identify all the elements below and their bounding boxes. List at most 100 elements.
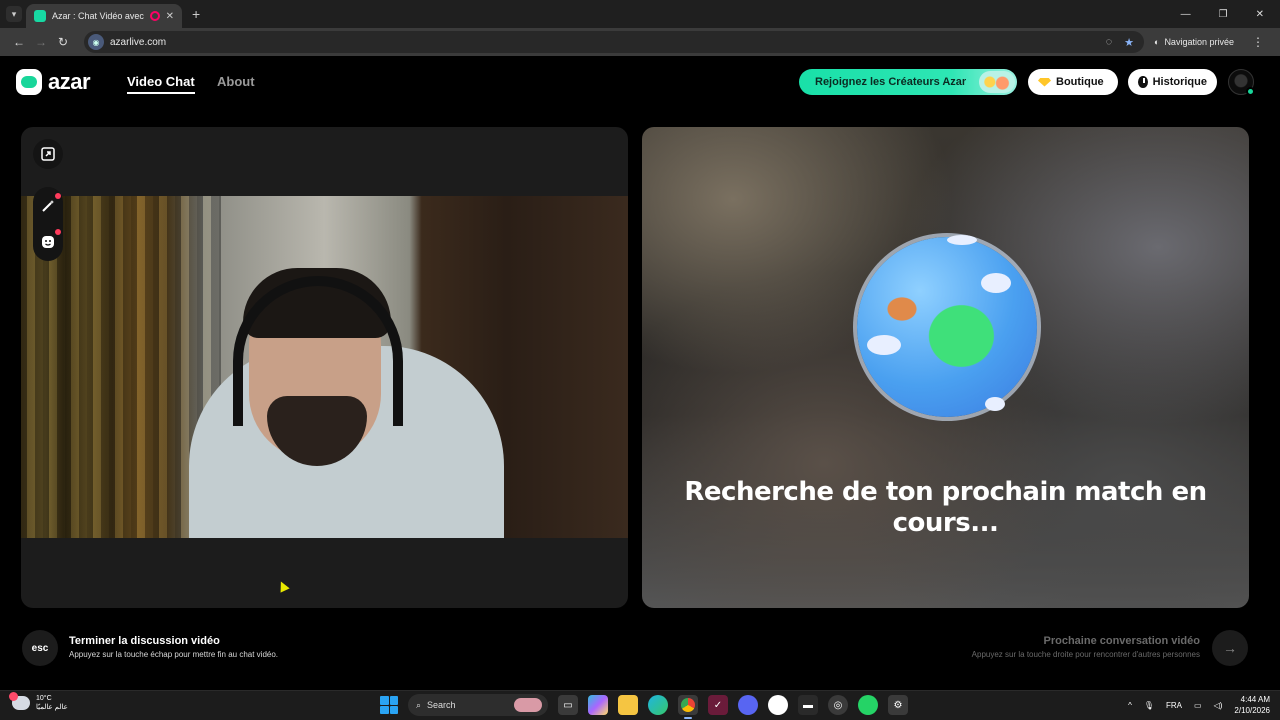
taskbar-clock[interactable]: 4:44 AM 2/10/2026 [1234,694,1270,716]
nav-video-chat[interactable]: Video Chat [127,74,195,94]
boutique-button[interactable]: Boutique [1028,69,1118,95]
clock-date: 2/10/2026 [1234,706,1270,715]
magic-wand-icon [42,200,54,212]
browser-toolbar: ← → ↻ ◉ azarlive.com ◌ ★ ◐ Navigation pr… [0,28,1280,56]
local-webcam-feed [21,196,628,538]
end-chat-hint[interactable]: Terminer la discussion vidéo Appuyez sur… [69,635,278,659]
system-tray: ^ 🎙 FRA ▭ ◁) 4:44 AM 2/10/2026 [1128,694,1270,716]
remote-video-panel: Recherche de ton prochain match en cours… [642,127,1249,608]
cloud-shape [981,273,1011,293]
expand-icon [41,147,55,161]
edge-icon[interactable] [648,695,668,715]
creators-illustration-icon [979,71,1015,93]
end-chat-subtitle: Appuyez sur la touche échap pour mettre … [69,650,279,659]
search-highlight-icon [514,698,542,712]
taskbar-apps: ⌕ Search ▭ ✓ ▬ ◎ ⚙ [380,694,908,719]
bookmark-star-icon[interactable]: ★ [1124,36,1134,49]
forward-icon[interactable]: → [30,35,52,49]
creators-button-label: Rejoignez les Créateurs Azar [815,76,967,88]
azar-page: azar Video Chat About Rejoignez les Créa… [0,56,1280,690]
whatsapp-icon[interactable] [858,695,878,715]
cloud-shape [985,397,1005,411]
language-indicator[interactable]: FRA [1166,701,1182,710]
tab-title: Azar : Chat Vidéo avec de n [52,11,144,21]
terminal-icon[interactable]: ▬ [798,695,818,715]
incognito-icon: ◐ [1154,37,1160,47]
next-chat-subtitle: Appuyez sur la touche droite pour rencon… [971,650,1200,659]
searching-status-text: Recherche de ton prochain match en cours… [684,477,1207,538]
diamond-icon [1038,77,1051,87]
face-filter-icon [42,236,54,248]
minimize-icon[interactable]: — [1181,9,1191,20]
clock-icon [1138,76,1148,88]
site-info-icon[interactable]: ◉ [88,34,104,50]
eye-off-icon[interactable]: ◌ [1106,36,1113,49]
new-tab-icon[interactable]: + [192,6,200,22]
new-badge [55,229,61,235]
boutique-label: Boutique [1056,76,1104,88]
address-bar[interactable]: ◉ azarlive.com ◌ ★ [84,31,1144,53]
cloud-shape [947,235,977,245]
online-status-dot [1246,87,1255,96]
taskbar-search[interactable]: ⌕ Search [408,694,548,716]
weather-caption: عالم عالميًا [36,704,68,711]
back-icon[interactable]: ← [8,35,30,49]
reload-icon[interactable]: ↻ [52,35,74,49]
copilot-icon[interactable] [588,695,608,715]
historique-label: Historique [1152,76,1207,88]
app-icon[interactable]: ✓ [708,695,728,715]
azar-favicon-icon [34,10,46,22]
profile-avatar[interactable] [1228,69,1255,96]
nav-about[interactable]: About [217,74,255,89]
app-icon[interactable]: ◎ [828,695,848,715]
mouse-cursor [276,579,290,593]
pie-app-icon[interactable] [768,695,788,715]
tab-close-icon[interactable]: ✕ [166,11,174,22]
url-text[interactable]: azarlive.com [110,37,166,48]
private-browsing-indicator[interactable]: ◐ Navigation privée [1154,37,1234,47]
next-chat-hint[interactable]: Prochaine conversation vidéo Appuyez sur… [972,635,1200,659]
weather-alert-badge [9,692,18,701]
temperature: 10°C [36,695,52,702]
file-explorer-icon[interactable] [618,695,638,715]
private-label: Navigation privée [1164,37,1234,47]
logo-text: azar [48,69,91,94]
tray-overflow-icon[interactable]: ^ [1128,701,1132,710]
next-chat-title: Prochaine conversation vidéo [1043,635,1201,647]
window-controls: — ❐ ✕ [1181,9,1280,20]
face-filter-button[interactable] [33,227,63,257]
settings-icon[interactable]: ⚙ [888,695,908,715]
chrome-icon[interactable] [678,695,698,719]
task-view-icon[interactable]: ▭ [558,695,578,715]
recording-icon [149,11,160,21]
azar-logo[interactable]: azar [16,69,91,95]
browser-tab[interactable]: Azar : Chat Vidéo avec de n ✕ [26,4,182,28]
search-icon: ⌕ [416,699,422,710]
browser-menu-icon[interactable]: ⋮ [1252,35,1264,49]
windows-taskbar: 10°C عالم عالميًا ⌕ Search ▭ ✓ ▬ ◎ ⚙ ^ 🎙… [0,690,1280,720]
arrow-right-icon: → [1223,640,1237,656]
network-icon[interactable]: ▭ [1194,701,1202,710]
discord-icon[interactable] [738,695,758,715]
azar-logo-icon [16,69,42,95]
cloud-weather-icon [9,692,30,710]
magic-effects-button[interactable] [33,191,63,221]
weather-widget[interactable]: 10°C عالم عالميًا [9,692,68,712]
join-creators-button[interactable]: Rejoignez les Créateurs Azar [799,69,1017,95]
volume-icon[interactable]: ◁) [1214,701,1223,710]
new-badge [55,193,61,199]
local-video-panel [21,127,628,608]
windows-start-icon[interactable] [380,696,398,714]
effects-toolbar [33,187,63,261]
next-chat-button[interactable]: → [1212,630,1248,666]
microphone-icon[interactable]: 🎙 [1144,701,1154,710]
restore-icon[interactable]: ❐ [1219,9,1228,20]
tab-search-icon[interactable]: ▾ [6,6,22,22]
globe-icon [857,235,1037,417]
end-chat-title: Terminer la discussion vidéo [69,635,220,647]
esc-key-button[interactable]: esc [22,630,58,666]
historique-button[interactable]: Historique [1128,69,1217,95]
expand-button[interactable] [33,139,63,169]
clock-time: 4:44 AM [1240,695,1270,704]
close-window-icon[interactable]: ✕ [1256,9,1264,20]
